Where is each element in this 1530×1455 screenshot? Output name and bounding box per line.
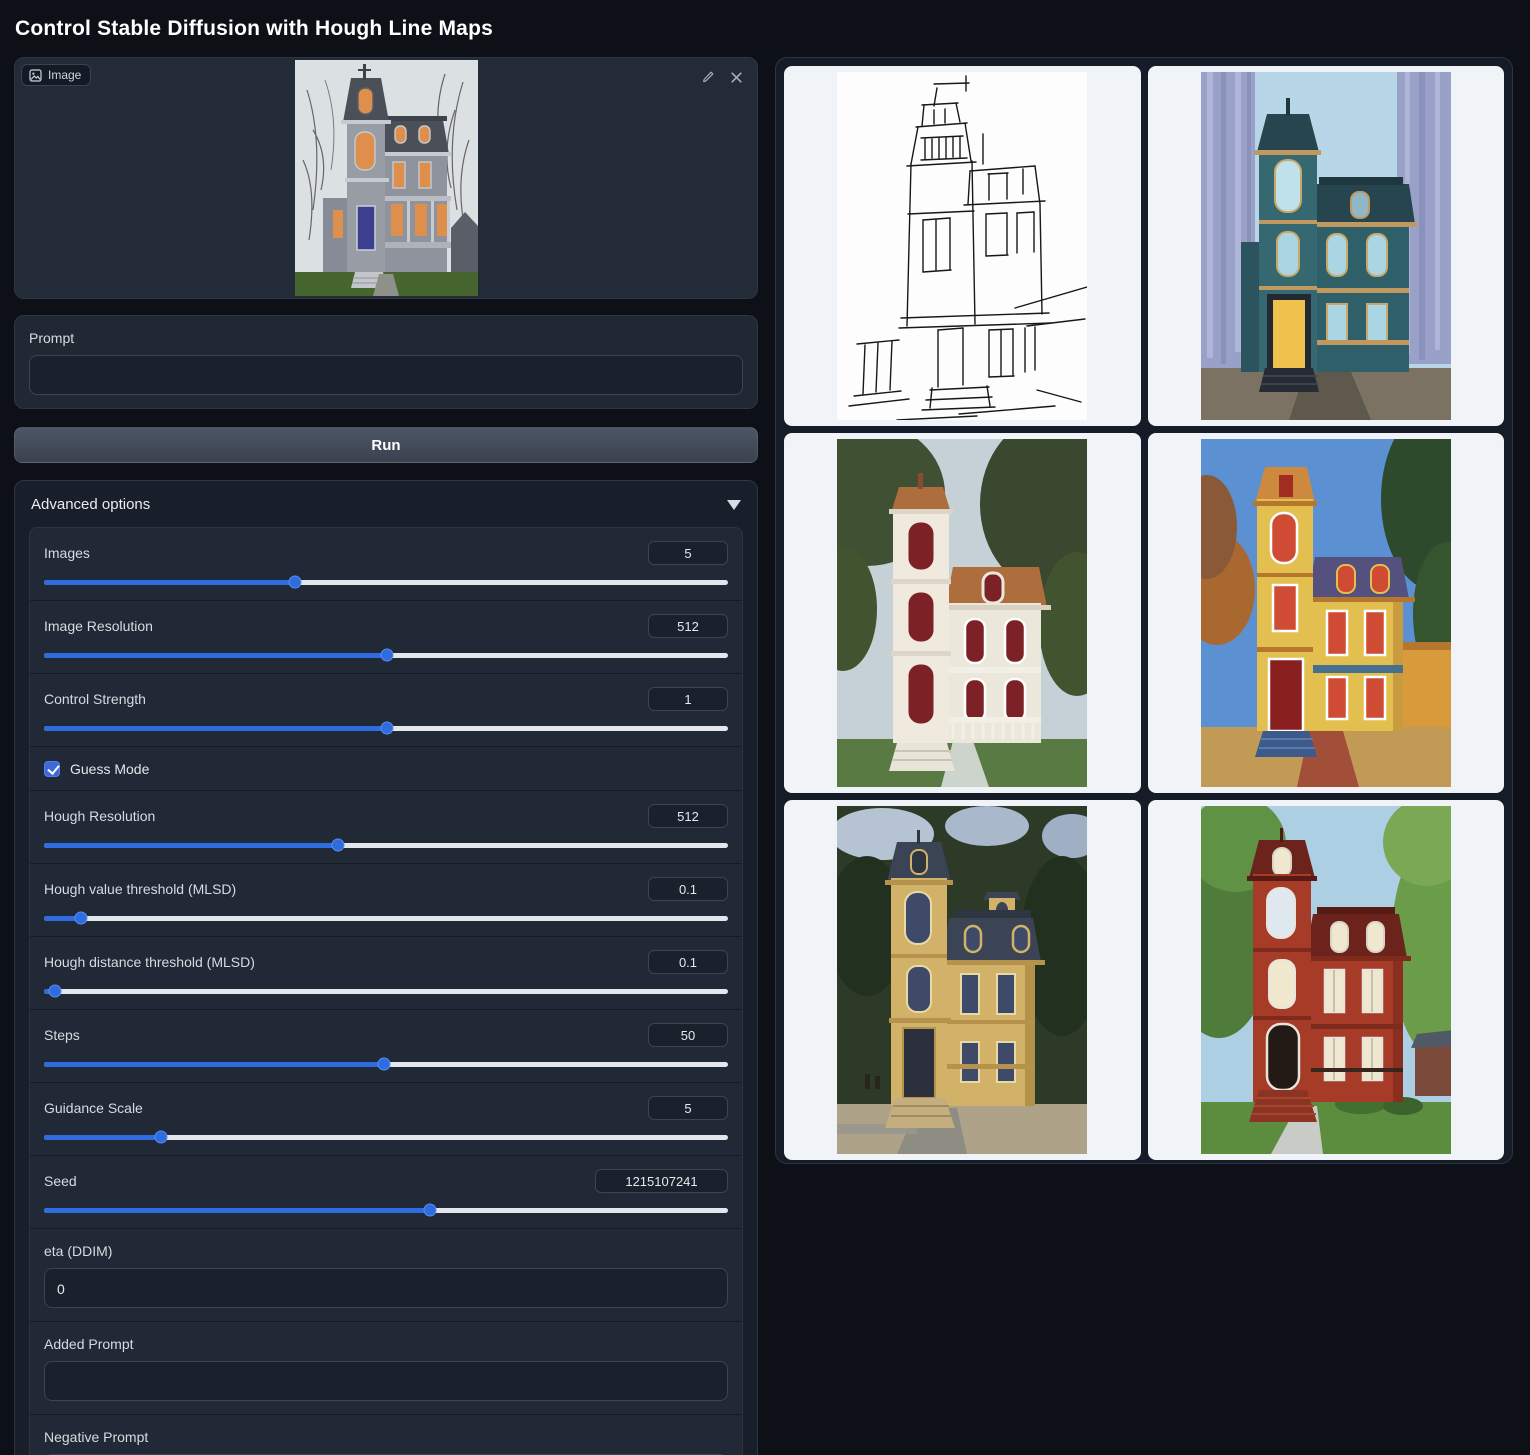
pencil-icon — [701, 70, 715, 84]
negative-prompt-label: Negative Prompt — [44, 1428, 728, 1446]
prompt-input[interactable] — [29, 355, 743, 395]
seed-value-input[interactable]: 1215107241 — [595, 1169, 728, 1193]
advanced-rows: Images 5 Image Resolution 512 — [29, 527, 743, 1455]
hough-distance-threshold-value-input[interactable]: 0.1 — [648, 950, 728, 974]
image-resolution-slider[interactable] — [44, 648, 728, 662]
hough-value-threshold-label: Hough value threshold (MLSD) — [44, 881, 236, 897]
slider-row-image-resolution: Image Resolution 512 — [30, 601, 742, 674]
images-label: Images — [44, 545, 90, 561]
gallery-item-generated-2[interactable] — [784, 433, 1141, 793]
uploaded-image — [295, 60, 478, 296]
seed-slider[interactable] — [44, 1203, 728, 1217]
hough-resolution-slider[interactable] — [44, 838, 728, 852]
main-layout: Image — [0, 57, 1530, 1455]
generated-image-4 — [837, 806, 1087, 1154]
slider-handle[interactable] — [74, 912, 87, 925]
hough-distance-threshold-label: Hough distance threshold (MLSD) — [44, 954, 255, 970]
gallery-item-generated-3[interactable] — [1148, 433, 1505, 793]
prompt-label: Prompt — [29, 329, 743, 347]
generated-image-5 — [1201, 806, 1451, 1154]
image-label: Image — [48, 68, 81, 82]
x-icon — [730, 71, 743, 84]
slider-handle[interactable] — [377, 1058, 390, 1071]
seed-label: Seed — [44, 1173, 77, 1189]
slider-row-hough-value-threshold: Hough value threshold (MLSD) 0.1 — [30, 864, 742, 937]
hough-line-map-image — [837, 72, 1087, 420]
steps-value-input[interactable]: 50 — [648, 1023, 728, 1047]
hough-value-threshold-value-input[interactable]: 0.1 — [648, 877, 728, 901]
slider-row-hough-distance-threshold: Hough distance threshold (MLSD) 0.1 — [30, 937, 742, 1010]
hough-resolution-value-input[interactable]: 512 — [648, 804, 728, 828]
negative-prompt-row: Negative Prompt — [30, 1415, 742, 1455]
result-gallery — [775, 57, 1513, 1164]
added-prompt-row: Added Prompt — [30, 1322, 742, 1415]
advanced-options-panel: Advanced options Images 5 Image Resoluti… — [14, 480, 758, 1455]
image-icon — [29, 69, 42, 82]
slider-handle[interactable] — [154, 1131, 167, 1144]
generated-image-2 — [837, 439, 1087, 787]
slider-handle[interactable] — [424, 1204, 437, 1217]
hough-distance-threshold-slider[interactable] — [44, 984, 728, 998]
triangle-down-icon — [727, 500, 741, 510]
steps-label: Steps — [44, 1027, 80, 1043]
hough-resolution-label: Hough Resolution — [44, 808, 155, 824]
generated-image-1 — [1201, 72, 1451, 420]
guidance-scale-label: Guidance Scale — [44, 1100, 143, 1116]
victorian-house-photo — [295, 60, 478, 296]
control-strength-slider[interactable] — [44, 721, 728, 735]
added-prompt-label: Added Prompt — [44, 1335, 728, 1353]
gallery-item-generated-1[interactable] — [1148, 66, 1505, 426]
slider-row-control-strength: Control Strength 1 — [30, 674, 742, 747]
generated-image-3 — [1201, 439, 1451, 787]
slider-row-seed: Seed 1215107241 — [30, 1156, 742, 1229]
added-prompt-input[interactable] — [44, 1361, 728, 1401]
guess-mode-checkbox[interactable] — [44, 761, 60, 777]
control-strength-label: Control Strength — [44, 691, 146, 707]
guess-mode-row: Guess Mode — [30, 747, 742, 791]
prompt-panel: Prompt — [14, 315, 758, 409]
slider-handle[interactable] — [48, 985, 61, 998]
slider-handle[interactable] — [380, 649, 393, 662]
eta-label: eta (DDIM) — [44, 1242, 728, 1260]
image-resolution-value-input[interactable]: 512 — [648, 614, 728, 638]
slider-handle[interactable] — [380, 722, 393, 735]
guess-mode-label: Guess Mode — [70, 761, 149, 777]
gallery-item-hough-map[interactable] — [784, 66, 1141, 426]
control-strength-value-input[interactable]: 1 — [648, 687, 728, 711]
input-image-panel[interactable]: Image — [14, 57, 758, 299]
advanced-options-title: Advanced options — [31, 496, 150, 513]
slider-handle[interactable] — [289, 576, 302, 589]
clear-image-button[interactable] — [725, 66, 747, 88]
image-actions — [697, 66, 747, 88]
steps-slider[interactable] — [44, 1057, 728, 1071]
page-title: Control Stable Diffusion with Hough Line… — [0, 0, 1530, 57]
left-column: Image — [14, 57, 758, 1455]
gallery-item-generated-5[interactable] — [1148, 800, 1505, 1160]
edit-image-button[interactable] — [697, 66, 719, 88]
slider-row-hough-resolution: Hough Resolution 512 — [30, 791, 742, 864]
advanced-options-header[interactable]: Advanced options — [15, 481, 757, 527]
guidance-scale-slider[interactable] — [44, 1130, 728, 1144]
eta-row: eta (DDIM) 0 — [30, 1229, 742, 1322]
images-value-input[interactable]: 5 — [648, 541, 728, 565]
slider-row-steps: Steps 50 — [30, 1010, 742, 1083]
image-label-badge: Image — [21, 64, 91, 86]
slider-handle[interactable] — [332, 839, 345, 852]
slider-row-images: Images 5 — [30, 528, 742, 601]
guidance-scale-value-input[interactable]: 5 — [648, 1096, 728, 1120]
gallery-item-generated-4[interactable] — [784, 800, 1141, 1160]
slider-row-guidance-scale: Guidance Scale 5 — [30, 1083, 742, 1156]
images-slider[interactable] — [44, 575, 728, 589]
image-resolution-label: Image Resolution — [44, 618, 153, 634]
hough-value-threshold-slider[interactable] — [44, 911, 728, 925]
eta-input[interactable]: 0 — [44, 1268, 728, 1308]
run-button[interactable]: Run — [14, 427, 758, 463]
